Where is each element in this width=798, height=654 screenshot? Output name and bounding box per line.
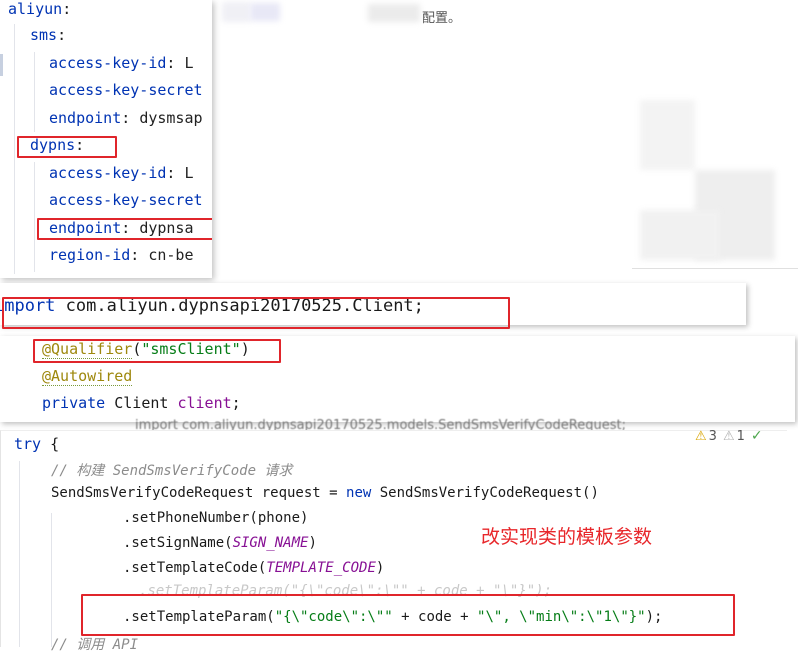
warning-count: 3: [708, 428, 717, 444]
yaml-line-sms-access-key-secret: access-key-secret: [49, 79, 203, 101]
yaml-key: access-key-secret: [49, 191, 203, 209]
yaml-key: endpoint: [49, 109, 122, 127]
code-editor-panel: ⚠ 3 ⚠ 1 ✓ try { // 构建 SendSmsVerifyCode …: [0, 427, 787, 653]
highlight-box-endpoint: [37, 218, 212, 240]
checkmark-icon: ✓: [750, 428, 763, 444]
set-phone-line: .setPhoneNumber(phone): [123, 510, 308, 526]
yaml-key: region-id: [49, 246, 131, 264]
field-type: Client: [114, 394, 169, 412]
highlight-box-qualifier: [33, 339, 281, 363]
highlight-box-import: [2, 297, 510, 329]
comment-build-request: // 构建 SendSmsVerifyCode 请求: [51, 463, 293, 479]
highlight-box-dypns: [17, 136, 117, 158]
inspection-widget[interactable]: ⚠ 3 ⚠ 1 ✓: [695, 427, 763, 445]
yaml-line-sms-access-key-id: access-key-id: L: [49, 54, 194, 72]
highlight-box-template-param: [81, 594, 735, 636]
bg-blur-block-3: [368, 4, 420, 22]
yaml-line-dypns-access-key-id: access-key-id: L: [49, 164, 194, 182]
yaml-key: access-key-secret: [49, 81, 203, 99]
bg-partial-heading: 配置。: [422, 11, 462, 26]
indent-guide: [34, 52, 35, 132]
sign-name-constant: SIGN_NAME: [232, 535, 309, 551]
set-sign-call: .setSignName(: [123, 535, 233, 551]
request-declaration: SendSmsVerifyCodeRequest request = new S…: [51, 485, 599, 501]
set-phone-call: .setPhoneNumber(phone): [123, 510, 309, 526]
yaml-value: L: [184, 54, 194, 72]
set-template-code-line: .setTemplateCode(TEMPLATE_CODE): [123, 560, 384, 576]
bg-blur-block-6: [640, 210, 720, 260]
weak-warning-icon: ⚠: [722, 428, 735, 444]
yaml-config-panel: aliyun: sms: access-key-id: L access-key…: [0, 0, 212, 278]
yaml-value: cn-be: [148, 246, 194, 264]
field-declaration: private Client client;: [42, 394, 241, 412]
bg-divider: [632, 268, 798, 269]
yaml-key: sms: [30, 26, 58, 44]
annotations-panel: @Qualifier("smsClient") @Autowired priva…: [0, 336, 795, 422]
warning-icon: ⚠: [695, 428, 707, 444]
indent-guide: [34, 162, 35, 272]
indent-guide: [51, 513, 52, 647]
new-keyword: new: [346, 485, 372, 501]
set-template-code-call: .setTemplateCode(: [123, 560, 267, 576]
bg-blur-block-4: [640, 100, 695, 170]
yaml-line-sms: sms:: [30, 26, 67, 44]
indent-guide: [14, 24, 15, 274]
try-keyword: try: [14, 435, 42, 453]
field-name: client: [177, 394, 232, 412]
yaml-key: access-key-id: [49, 164, 167, 182]
yaml-line-aliyun: aliyun:: [8, 0, 72, 18]
import-panel: import com.aliyun.dypnsapi20170525.Clien…: [0, 283, 746, 329]
autowired-line: @Autowired: [42, 367, 133, 386]
set-sign-line: .setSignName(SIGN_NAME): [123, 535, 317, 551]
autowired-annotation: @Autowired: [42, 367, 133, 386]
weak-warning-count: 1: [736, 428, 745, 444]
semicolon: ;: [231, 394, 241, 412]
yaml-line-sms-endpoint: endpoint: dysmsap: [49, 109, 203, 127]
yaml-line-dypns-access-key-secret: access-key-secret: [49, 189, 203, 211]
private-keyword: private: [42, 394, 106, 412]
paren: ): [308, 535, 317, 551]
yaml-value: dysmsap: [139, 109, 203, 127]
yaml-key: access-key-id: [49, 54, 167, 72]
bg-blur-block-1: [222, 2, 250, 22]
yaml-value: L: [184, 164, 194, 182]
bg-blur-block-2: [250, 3, 280, 21]
try-line: try {: [14, 435, 59, 453]
indent-guide: [19, 461, 20, 647]
brace: {: [41, 435, 60, 453]
fold-marker[interactable]: [0, 54, 3, 76]
template-code-constant: TEMPLATE_CODE: [266, 560, 376, 576]
declaration-text: SendSmsVerifyCodeRequest request =: [51, 485, 347, 501]
comment-call-api: // 调用 API: [51, 637, 139, 653]
paren: ): [375, 560, 385, 576]
yaml-line-region-id: region-id: cn-be: [49, 246, 194, 264]
yaml-key: aliyun: [8, 0, 63, 18]
annotation-note: 改实现类的模板参数: [481, 526, 653, 548]
constructor-call: SendSmsVerifyCodeRequest(): [371, 485, 599, 501]
